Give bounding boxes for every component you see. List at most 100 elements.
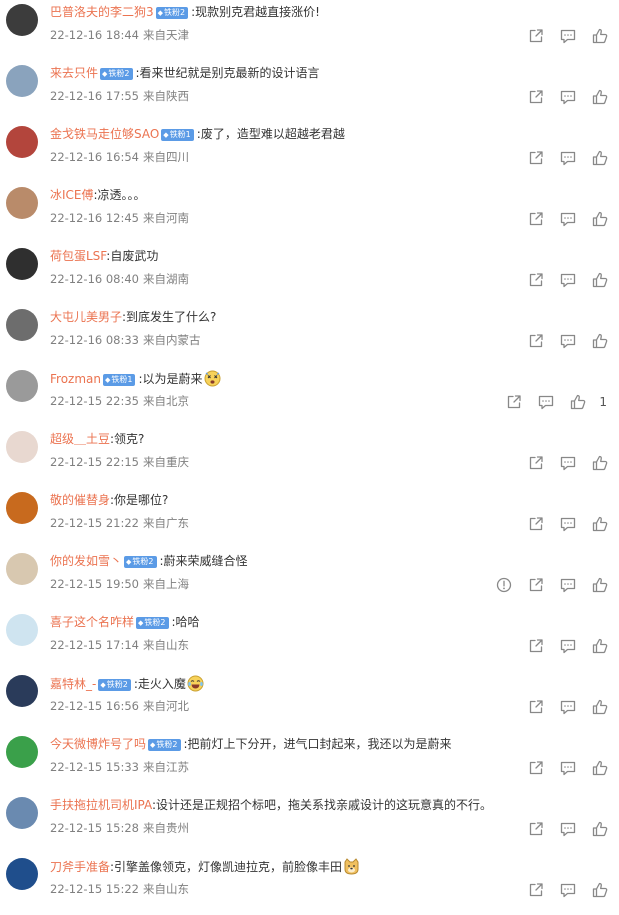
- comment-item: 金戈铁马走位够SAO ◆铁粉1:废了，造型难以超越老君越 22-12-16 16:5…: [0, 122, 619, 183]
- comment-item: Frozman ◆铁粉1:以为是蔚来 22-12-15 22:35 来自北京 1: [0, 366, 619, 427]
- diamond-icon: ◆: [100, 681, 106, 689]
- username-link[interactable]: 刀斧手准备: [50, 860, 110, 874]
- reply-icon[interactable]: [559, 820, 577, 838]
- username-link[interactable]: 你的发如雪丶: [50, 554, 122, 568]
- reply-icon[interactable]: [559, 515, 577, 533]
- fan-badge[interactable]: ◆铁粉2: [124, 556, 157, 568]
- like-icon[interactable]: [591, 27, 609, 45]
- reply-icon[interactable]: [559, 576, 577, 594]
- share-icon[interactable]: [527, 820, 545, 838]
- share-icon[interactable]: [527, 637, 545, 655]
- like-icon[interactable]: [591, 881, 609, 899]
- share-icon[interactable]: [527, 149, 545, 167]
- username-link[interactable]: 冰ICE傅: [50, 188, 94, 202]
- share-icon[interactable]: [527, 27, 545, 45]
- like-icon[interactable]: [591, 759, 609, 777]
- comment-item: 今天微博炸号了吗 ◆铁粉2:把前灯上下分开，进气口封起来，我还以为是蔚来 22-12…: [0, 732, 619, 793]
- comment-text: :废了，造型难以超越老君越: [196, 127, 345, 141]
- comment-actions: [0, 271, 619, 289]
- like-icon[interactable]: [591, 271, 609, 289]
- like-icon[interactable]: [591, 454, 609, 472]
- username-link[interactable]: 嘉特林_-: [50, 677, 96, 691]
- fan-badge-label: 铁粉2: [132, 557, 154, 566]
- share-icon[interactable]: [527, 881, 545, 899]
- fan-badge[interactable]: ◆铁粉1: [161, 129, 194, 141]
- username-link[interactable]: 喜子这个名咋样: [50, 615, 134, 629]
- share-icon[interactable]: [527, 454, 545, 472]
- comment-line: 大屯儿美男子:到底发生了什么?: [50, 309, 609, 325]
- reply-icon[interactable]: [559, 210, 577, 228]
- fan-badge[interactable]: ◆铁粉1: [103, 374, 136, 386]
- username-link[interactable]: 敬的催替身: [50, 493, 110, 507]
- comment-actions: [0, 210, 619, 228]
- reply-icon[interactable]: [559, 27, 577, 45]
- comment-line: 金戈铁马走位够SAO ◆铁粉1:废了，造型难以超越老君越: [50, 126, 609, 142]
- reply-icon[interactable]: [559, 271, 577, 289]
- comment-actions: 1: [0, 393, 619, 411]
- comment-text: :你是哪位?: [110, 493, 169, 507]
- comment-text: :自废武功: [106, 249, 159, 263]
- like-icon[interactable]: [591, 515, 609, 533]
- share-icon[interactable]: [527, 759, 545, 777]
- like-icon[interactable]: [591, 210, 609, 228]
- username-link[interactable]: 金戈铁马走位够SAO: [50, 127, 159, 141]
- username-link[interactable]: 来去只件: [50, 66, 98, 80]
- share-icon[interactable]: [505, 393, 523, 411]
- reply-icon[interactable]: [559, 332, 577, 350]
- share-icon[interactable]: [527, 88, 545, 106]
- comment-text: :走火入魔: [133, 677, 186, 691]
- fan-badge[interactable]: ◆铁粉2: [98, 679, 131, 691]
- comment-item: 荷包蛋LSF:自废武功 22-12-16 08:40 来自湖南: [0, 244, 619, 305]
- reply-icon[interactable]: [559, 637, 577, 655]
- fan-badge-label: 铁粉2: [108, 69, 130, 78]
- comment-actions: [0, 576, 619, 594]
- share-icon[interactable]: [527, 698, 545, 716]
- comment-line: 今天微博炸号了吗 ◆铁粉2:把前灯上下分开，进气口封起来，我还以为是蔚来: [50, 736, 609, 752]
- reply-icon[interactable]: [559, 88, 577, 106]
- comment-item: 你的发如雪丶 ◆铁粉2:蔚来荣威缝合怪 22-12-15 19:50 来自上海: [0, 549, 619, 610]
- comment-text: :设计还是正规招个标吧，拖关系找亲戚设计的这玩意真的不行。: [152, 798, 493, 812]
- fan-badge[interactable]: ◆铁粉2: [155, 7, 189, 19]
- username-link[interactable]: 荷包蛋LSF: [50, 249, 106, 263]
- like-icon[interactable]: [591, 637, 609, 655]
- username-link[interactable]: 巴普洛夫的李二狗3: [50, 5, 154, 19]
- dizzy-face-emoji: [204, 370, 221, 391]
- comment-line: 来去只件 ◆铁粉2:看来世纪就是别克最新的设计语言: [50, 65, 609, 81]
- comment-text: :把前灯上下分开，进气口封起来，我还以为是蔚来: [183, 737, 452, 751]
- like-icon[interactable]: [591, 698, 609, 716]
- username-link[interactable]: 超级＿土豆: [50, 432, 110, 446]
- share-icon[interactable]: [527, 210, 545, 228]
- like-icon[interactable]: [591, 820, 609, 838]
- comment-list: 巴普洛夫的李二狗3 ◆铁粉2:现款别克君越直接涨价! 22-12-16 18:44 来…: [0, 0, 619, 915]
- comment-actions: [0, 454, 619, 472]
- like-icon[interactable]: [591, 332, 609, 350]
- reply-icon[interactable]: [537, 393, 555, 411]
- fan-badge[interactable]: ◆铁粉2: [100, 68, 133, 80]
- reply-icon[interactable]: [559, 698, 577, 716]
- share-icon[interactable]: [527, 515, 545, 533]
- reply-icon[interactable]: [559, 149, 577, 167]
- fan-badge[interactable]: ◆铁粉2: [148, 739, 181, 751]
- reply-icon[interactable]: [559, 759, 577, 777]
- like-icon[interactable]: [591, 88, 609, 106]
- share-icon[interactable]: [527, 332, 545, 350]
- fan-badge-label: 铁粉1: [169, 130, 191, 139]
- username-link[interactable]: Frozman: [50, 372, 101, 386]
- fan-badge[interactable]: ◆铁粉2: [136, 617, 169, 629]
- doge-emoji: [343, 858, 360, 879]
- username-link[interactable]: 今天微博炸号了吗: [50, 737, 146, 751]
- share-icon[interactable]: [527, 271, 545, 289]
- reply-icon[interactable]: [559, 881, 577, 899]
- comment-item: 嘉特林_- ◆铁粉2:走火入魔 22-12-15 16:56 来自河北: [0, 671, 619, 732]
- username-link[interactable]: 手扶拖拉机司机IPA: [50, 798, 152, 812]
- report-icon[interactable]: [495, 576, 513, 594]
- share-icon[interactable]: [527, 576, 545, 594]
- like-icon[interactable]: [569, 393, 587, 411]
- reply-icon[interactable]: [559, 454, 577, 472]
- like-icon[interactable]: [591, 149, 609, 167]
- username-link[interactable]: 大屯儿美男子: [50, 310, 122, 324]
- laughing-tears-emoji: [187, 675, 204, 696]
- like-count: 1: [599, 395, 607, 409]
- like-icon[interactable]: [591, 576, 609, 594]
- fan-badge-label: 铁粉2: [106, 680, 128, 689]
